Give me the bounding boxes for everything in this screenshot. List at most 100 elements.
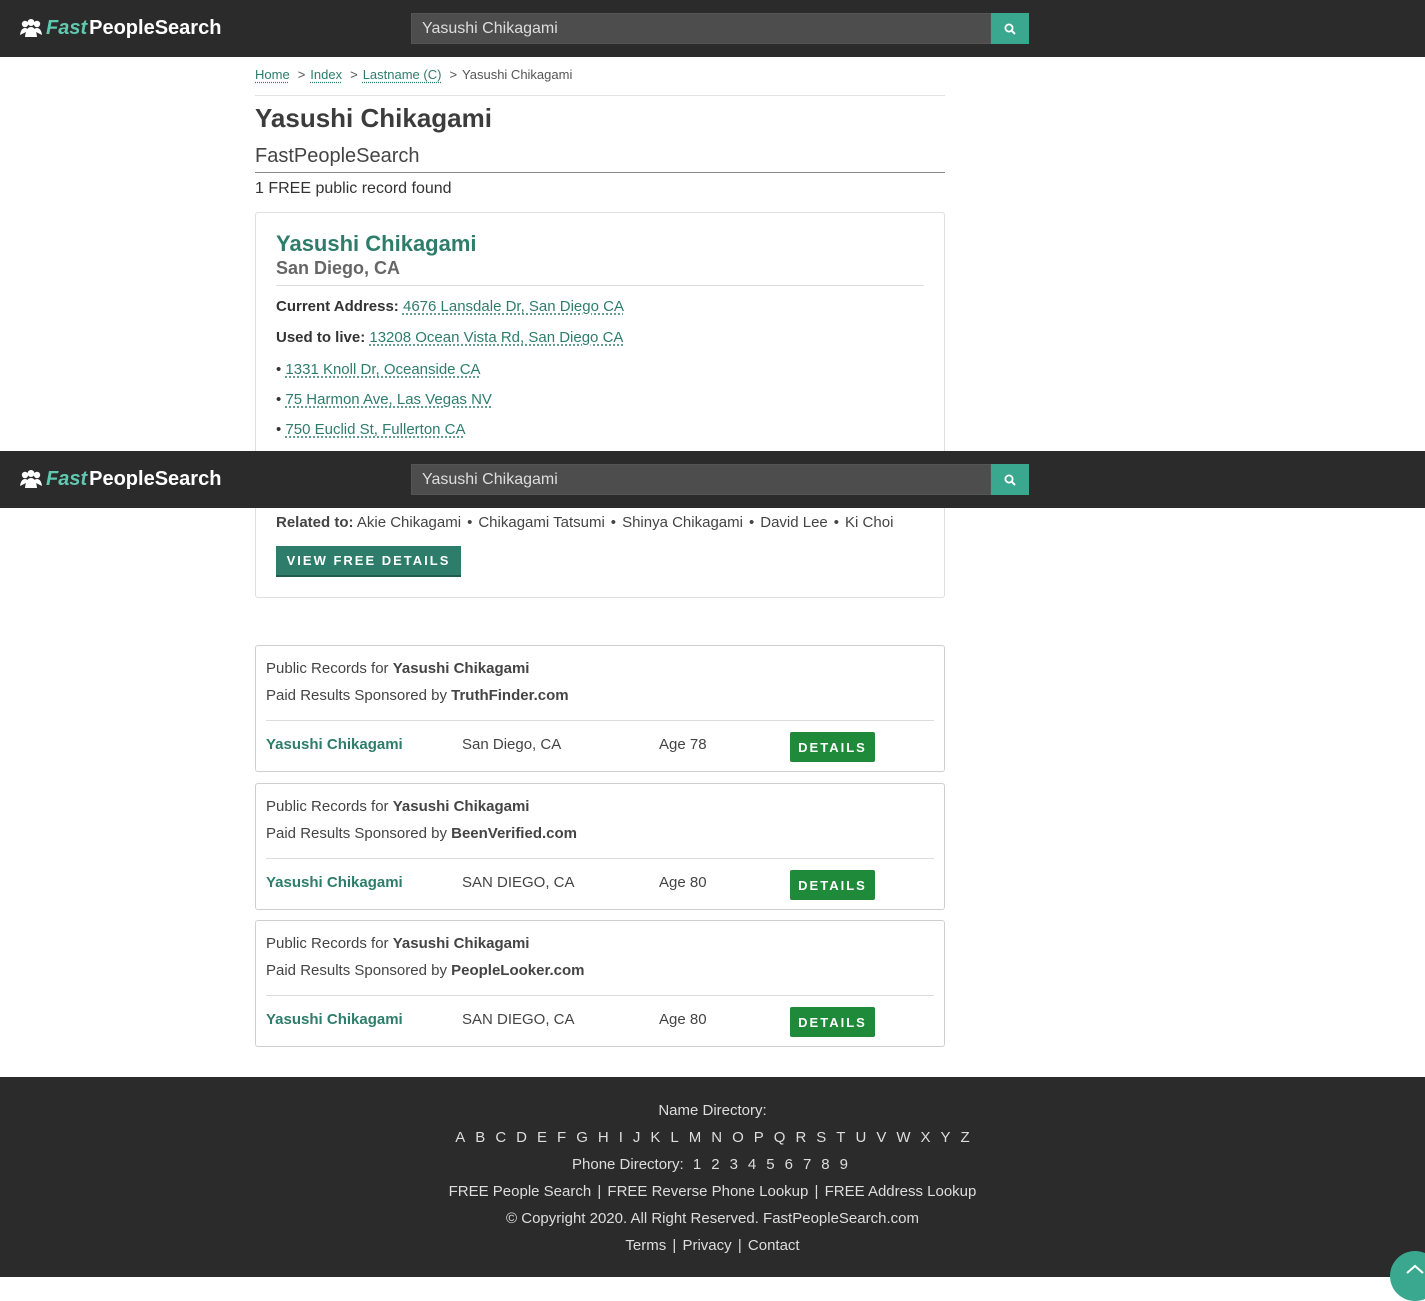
sponsored-prefix: Public Records for — [266, 798, 389, 815]
terms-link[interactable]: Terms — [625, 1237, 666, 1254]
letter-link[interactable]: M — [689, 1129, 702, 1146]
breadcrumb-index[interactable]: Index — [310, 67, 342, 82]
name-directory-label: Name Directory: — [658, 1102, 767, 1119]
sponsored-result: Public Records for Yasushi Chikagami Pai… — [255, 645, 945, 772]
page-title: Yasushi Chikagami — [255, 103, 492, 133]
phone-directory: Phone Directory: 123456789 — [0, 1156, 1425, 1173]
letter-link[interactable]: C — [495, 1129, 506, 1146]
sponsored-result: Public Records for Yasushi Chikagami Pai… — [255, 920, 945, 1047]
breadcrumb-lastname[interactable]: Lastname (C) — [363, 67, 442, 82]
sponsor-name: TruthFinder.com — [451, 687, 569, 704]
letter-link[interactable]: I — [619, 1129, 623, 1146]
site-logo[interactable]: Fast PeopleSearch — [20, 468, 221, 491]
privacy-link[interactable]: Privacy — [682, 1237, 731, 1254]
used-to-live-link[interactable]: 13208 Ocean Vista Rd, San Diego CA — [369, 329, 623, 346]
sponsored-by: Paid Results Sponsored by PeopleLooker.c… — [266, 962, 584, 979]
records-found-count: 1 FREE public record found — [255, 180, 452, 197]
details-button[interactable]: DETAILS — [790, 870, 875, 900]
result-name-link[interactable]: Yasushi Chikagami — [266, 736, 403, 753]
past-address-link[interactable]: 750 Euclid St, Fullerton CA — [285, 421, 465, 438]
letter-link[interactable]: V — [876, 1129, 886, 1146]
sponsored-prefix: Public Records for — [266, 935, 389, 952]
related-person: Shinya Chikagami — [622, 514, 743, 531]
divider — [276, 285, 924, 286]
sponsored-heading: Public Records for Yasushi Chikagami — [266, 660, 529, 677]
letter-link[interactable]: F — [557, 1129, 566, 1146]
sponsored-by: Paid Results Sponsored by TruthFinder.co… — [266, 687, 569, 704]
current-address-label: Current Address: — [276, 298, 399, 315]
letter-link[interactable]: T — [836, 1129, 845, 1146]
related-person: Ki Choi — [845, 514, 894, 531]
digit-link[interactable]: 1 — [693, 1156, 701, 1173]
breadcrumb: Home > Index > Lastname (C) > Yasushi Chikagam… — [255, 67, 573, 82]
digit-link[interactable]: 5 — [766, 1156, 774, 1173]
footer-legal-links: Terms | Privacy | Contact — [625, 1237, 800, 1254]
used-to-live-row: Used to live: 13208 Ocean Vista Rd, San … — [276, 329, 623, 346]
address-lookup-link[interactable]: FREE Address Lookup — [825, 1183, 977, 1200]
letter-link[interactable]: R — [795, 1129, 806, 1146]
used-to-live-label: Used to live: — [276, 329, 366, 346]
letter-link[interactable]: K — [650, 1129, 660, 1146]
site-logo[interactable]: Fast PeopleSearch — [20, 17, 221, 40]
letter-link[interactable]: J — [633, 1129, 641, 1146]
current-address-row: Current Address: 4676 Lansdale Dr, San D… — [276, 298, 624, 315]
letter-link[interactable]: H — [598, 1129, 609, 1146]
search-input[interactable]: Yasushi Chikagami — [411, 464, 991, 495]
result-name-link[interactable]: Yasushi Chikagami — [266, 1011, 403, 1028]
letter-link[interactable]: D — [516, 1129, 527, 1146]
contact-link[interactable]: Contact — [748, 1237, 800, 1254]
details-button[interactable]: DETAILS — [790, 1007, 875, 1037]
divider — [255, 172, 945, 173]
past-address-link[interactable]: 75 Harmon Ave, Las Vegas NV — [285, 391, 492, 408]
free-people-search-link[interactable]: FREE People Search — [449, 1183, 592, 1200]
details-button[interactable]: DETAILS — [790, 732, 875, 762]
past-address-item: • 75 Harmon Ave, Las Vegas NV — [276, 391, 492, 408]
digit-link[interactable]: 2 — [711, 1156, 719, 1173]
letter-link[interactable]: Q — [774, 1129, 786, 1146]
digit-link[interactable]: 4 — [748, 1156, 756, 1173]
person-name-link[interactable]: Yasushi Chikagami — [276, 231, 477, 257]
letter-link[interactable]: X — [921, 1129, 931, 1146]
digit-link[interactable]: 3 — [730, 1156, 738, 1173]
search-input[interactable]: Yasushi Chikagami — [411, 13, 991, 44]
digit-link[interactable]: 7 — [803, 1156, 811, 1173]
search-button[interactable] — [991, 464, 1029, 495]
sponsored-prefix: Public Records for — [266, 660, 389, 677]
top-navbar: Fast PeopleSearch Yasushi Chikagami — [0, 0, 1425, 57]
breadcrumb-home[interactable]: Home — [255, 67, 290, 82]
scroll-to-top-button[interactable] — [1390, 1251, 1425, 1301]
reverse-phone-link[interactable]: FREE Reverse Phone Lookup — [607, 1183, 808, 1200]
sponsored-name: Yasushi Chikagami — [392, 798, 530, 815]
letter-link[interactable]: Z — [961, 1129, 970, 1146]
past-address-link[interactable]: 1331 Knoll Dr, Oceanside CA — [285, 361, 480, 378]
letter-directory: ABCDEFGHIJKLMNOPQRSTUVWXYZ — [0, 1129, 1425, 1146]
search-button[interactable] — [991, 13, 1029, 44]
letter-link[interactable]: W — [896, 1129, 910, 1146]
digit-link[interactable]: 9 — [840, 1156, 848, 1173]
related-label: Related to: — [276, 514, 354, 531]
digit-link[interactable]: 6 — [785, 1156, 793, 1173]
letter-link[interactable]: Y — [941, 1129, 951, 1146]
letter-link[interactable]: U — [855, 1129, 866, 1146]
logo-people-text: PeopleSearch — [89, 17, 222, 39]
letter-link[interactable]: L — [670, 1129, 678, 1146]
view-free-details-button[interactable]: VIEW FREE DETAILS — [276, 546, 461, 577]
sponsored-heading: Public Records for Yasushi Chikagami — [266, 935, 529, 952]
result-age: Age 80 — [659, 874, 707, 891]
letter-link[interactable]: S — [816, 1129, 826, 1146]
letter-link[interactable]: G — [576, 1129, 588, 1146]
current-address-link[interactable]: 4676 Lansdale Dr, San Diego CA — [403, 298, 624, 315]
sponsored-name: Yasushi Chikagami — [392, 660, 530, 677]
breadcrumb-current: Yasushi Chikagami — [462, 67, 573, 82]
letter-link[interactable]: A — [455, 1129, 465, 1146]
result-city: SAN DIEGO, CA — [462, 874, 575, 891]
letter-link[interactable]: B — [475, 1129, 485, 1146]
letter-link[interactable]: N — [711, 1129, 722, 1146]
letter-link[interactable]: O — [732, 1129, 744, 1146]
chevron-up-icon — [1406, 1264, 1424, 1274]
digit-link[interactable]: 8 — [821, 1156, 829, 1173]
result-name-link[interactable]: Yasushi Chikagami — [266, 874, 403, 891]
letter-link[interactable]: E — [537, 1129, 547, 1146]
sponsored-heading: Public Records for Yasushi Chikagami — [266, 798, 529, 815]
letter-link[interactable]: P — [754, 1129, 764, 1146]
